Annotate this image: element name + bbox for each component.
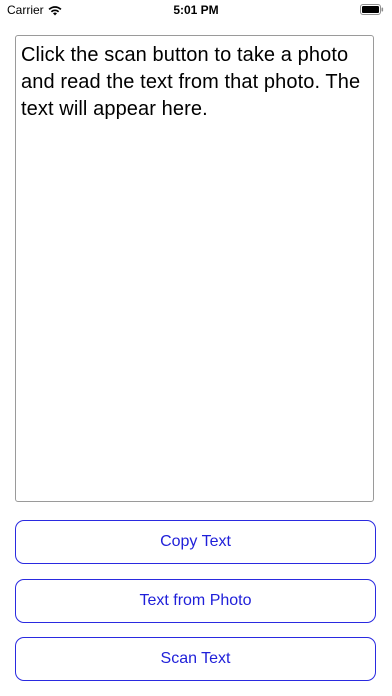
scan-text-button[interactable]: Scan Text	[15, 637, 376, 681]
status-bar: Carrier 5:01 PM	[0, 0, 392, 22]
copy-text-button[interactable]: Copy Text	[15, 520, 376, 564]
status-time: 5:01 PM	[173, 3, 219, 17]
text-from-photo-button[interactable]: Text from Photo	[15, 579, 376, 623]
ocr-text-view[interactable]: Click the scan button to take a photo an…	[15, 35, 374, 502]
battery-icon	[360, 4, 384, 15]
